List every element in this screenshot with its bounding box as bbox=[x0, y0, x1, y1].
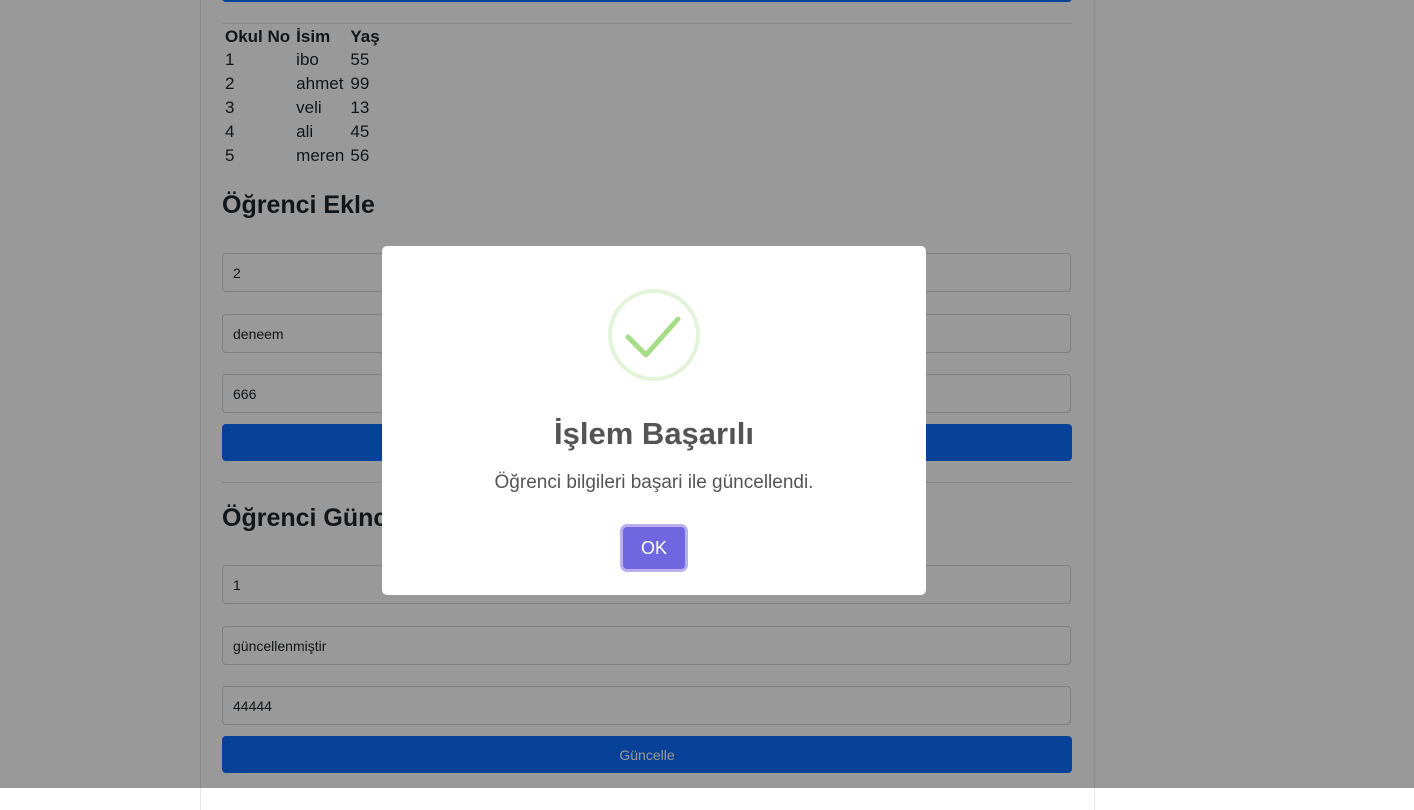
ok-button[interactable]: OK bbox=[623, 527, 685, 569]
dialog-message: Öğrenci bilgileri başari ile güncellendi… bbox=[494, 472, 814, 493]
success-check-icon bbox=[608, 289, 700, 381]
success-dialog: İşlem Başarılı Öğrenci bilgileri başari … bbox=[382, 246, 926, 595]
dialog-title: İşlem Başarılı bbox=[554, 416, 754, 451]
